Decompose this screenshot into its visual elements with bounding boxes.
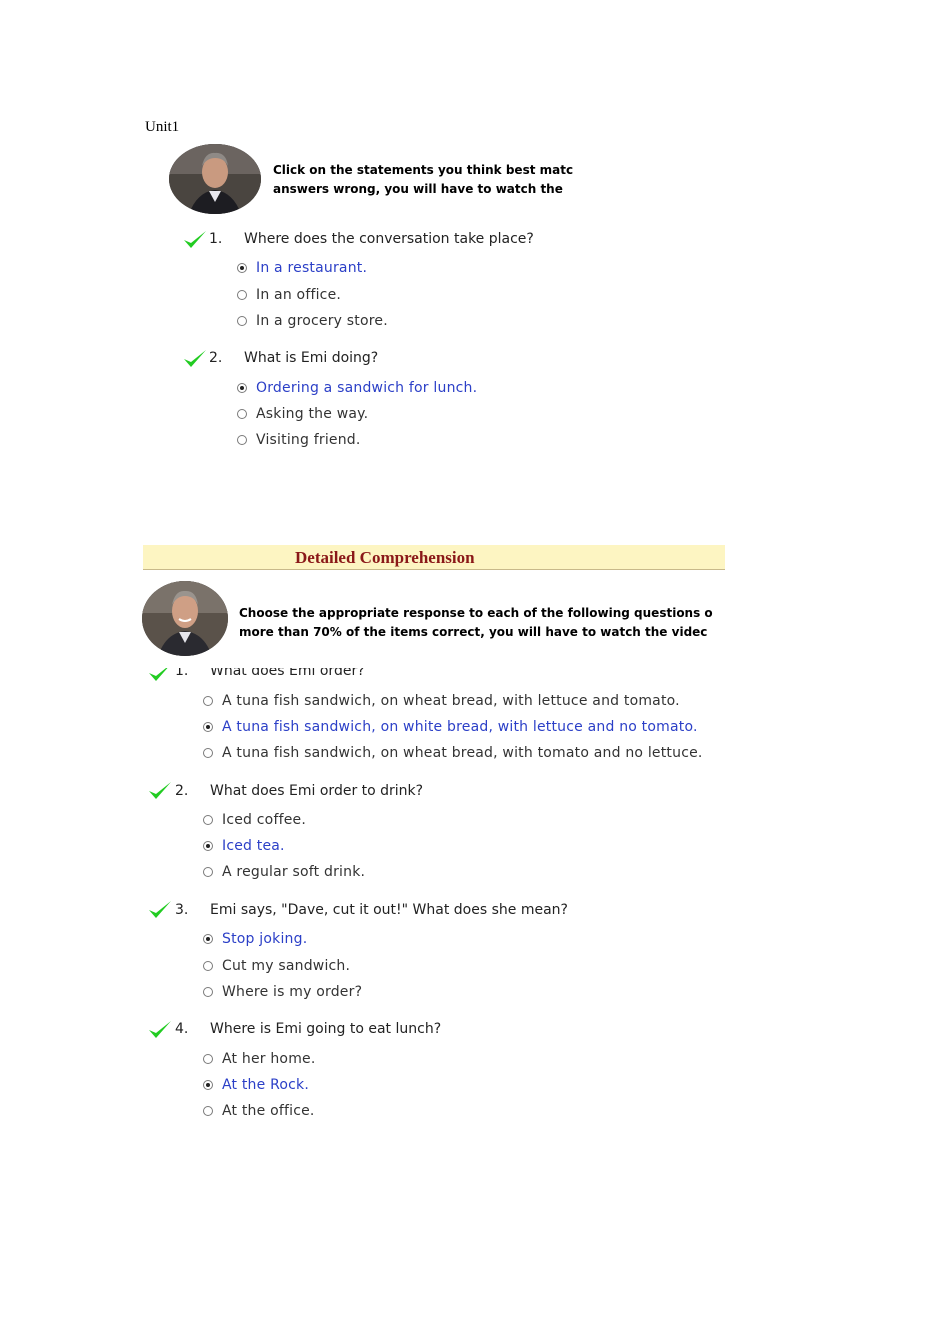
radio-button[interactable] [237, 290, 247, 300]
option-label: At the office. [222, 1103, 315, 1119]
question-text: What does Emi order to drink? [210, 783, 424, 799]
question-text: What is Emi doing? [244, 350, 379, 366]
instructor-avatar [169, 144, 261, 214]
answer-option[interactable]: Ordering a sandwich for lunch. [237, 380, 477, 396]
answer-option[interactable]: Asking the way. [237, 406, 368, 422]
radio-button[interactable] [203, 961, 213, 971]
instructions-line-1: Choose the appropriate response to each … [239, 606, 713, 620]
section-title: Detailed Comprehension [295, 548, 475, 567]
option-label: Visiting friend. [256, 432, 361, 448]
answer-option[interactable]: In an office. [237, 287, 341, 303]
question-text: Where does the conversation take place? [244, 231, 534, 247]
question-number: 2. [175, 783, 189, 799]
instructions-line-2: answers wrong, you will have to watch th… [273, 182, 563, 196]
radio-button[interactable] [237, 263, 247, 273]
option-label: Iced tea. [222, 838, 285, 854]
question-text: Emi says, "Dave, cut it out!" What does … [210, 902, 568, 918]
radio-button[interactable] [203, 815, 213, 825]
check-icon [182, 348, 208, 370]
answer-option[interactable]: Where is my order? [203, 984, 362, 1000]
clipped-question-row: 1. What does Emi order? [0, 668, 950, 688]
check-icon [147, 1019, 173, 1041]
question-number: 1. [175, 668, 189, 679]
check-icon [147, 899, 173, 921]
option-label: In a restaurant. [256, 260, 368, 276]
answer-option[interactable]: At the office. [203, 1103, 315, 1119]
answer-option[interactable]: Stop joking. [203, 931, 307, 947]
option-label: A tuna fish sandwich, on white bread, wi… [222, 719, 698, 735]
option-label: In a grocery store. [256, 313, 388, 329]
answer-option[interactable]: Cut my sandwich. [203, 958, 350, 974]
answer-option[interactable]: At the Rock. [203, 1077, 309, 1093]
radio-button[interactable] [237, 409, 247, 419]
radio-button[interactable] [203, 1106, 213, 1116]
radio-button[interactable] [203, 1054, 213, 1064]
question-number: 2. [209, 350, 223, 366]
unit-label: Unit1 [145, 119, 180, 135]
check-icon [147, 780, 173, 802]
radio-button[interactable] [203, 748, 213, 758]
answer-option[interactable]: Visiting friend. [237, 432, 361, 448]
radio-button[interactable] [203, 696, 213, 706]
check-icon [147, 668, 173, 684]
question-text: What does Emi order? [210, 668, 365, 679]
answer-option[interactable]: A tuna fish sandwich, on white bread, wi… [203, 719, 698, 735]
option-label: At her home. [222, 1051, 316, 1067]
answer-option[interactable]: A tuna fish sandwich, on wheat bread, wi… [203, 693, 680, 709]
option-label: Ordering a sandwich for lunch. [256, 380, 478, 396]
option-label: Cut my sandwich. [222, 958, 351, 974]
radio-button[interactable] [203, 934, 213, 944]
instructions-line-1: Click on the statements you think best m… [273, 163, 574, 177]
section-banner: Detailed Comprehension [143, 545, 725, 570]
option-label: Stop joking. [222, 931, 308, 947]
check-icon [182, 229, 208, 251]
instructions-line-2: more than 70% of the items correct, you … [239, 625, 708, 639]
question-number: 3. [175, 902, 189, 918]
answer-option[interactable]: Iced coffee. [203, 812, 306, 828]
radio-button[interactable] [203, 722, 213, 732]
radio-button[interactable] [203, 867, 213, 877]
answer-option[interactable]: A tuna fish sandwich, on wheat bread, wi… [203, 745, 703, 761]
option-label: At the Rock. [222, 1077, 310, 1093]
radio-button[interactable] [203, 1080, 213, 1090]
question-number: 4. [175, 1021, 189, 1037]
answer-option[interactable]: Iced tea. [203, 838, 285, 854]
answer-option[interactable]: At her home. [203, 1051, 316, 1067]
option-label: Where is my order? [222, 984, 363, 1000]
answer-option[interactable]: In a grocery store. [237, 313, 388, 329]
radio-button[interactable] [237, 435, 247, 445]
radio-button[interactable] [203, 987, 213, 997]
radio-button[interactable] [203, 841, 213, 851]
answer-option[interactable]: A regular soft drink. [203, 864, 365, 880]
question-text: Where is Emi going to eat lunch? [210, 1021, 442, 1037]
option-label: Iced coffee. [222, 812, 306, 828]
option-label: In an office. [256, 287, 342, 303]
option-label: Asking the way. [256, 406, 369, 422]
instructor-avatar [142, 581, 228, 656]
answer-option[interactable]: In a restaurant. [237, 260, 367, 276]
option-label: A tuna fish sandwich, on wheat bread, wi… [222, 693, 680, 709]
question-number: 1. [209, 231, 223, 247]
option-label: A tuna fish sandwich, on wheat bread, wi… [222, 745, 703, 761]
radio-button[interactable] [237, 383, 247, 393]
option-label: A regular soft drink. [222, 864, 366, 880]
radio-button[interactable] [237, 316, 247, 326]
